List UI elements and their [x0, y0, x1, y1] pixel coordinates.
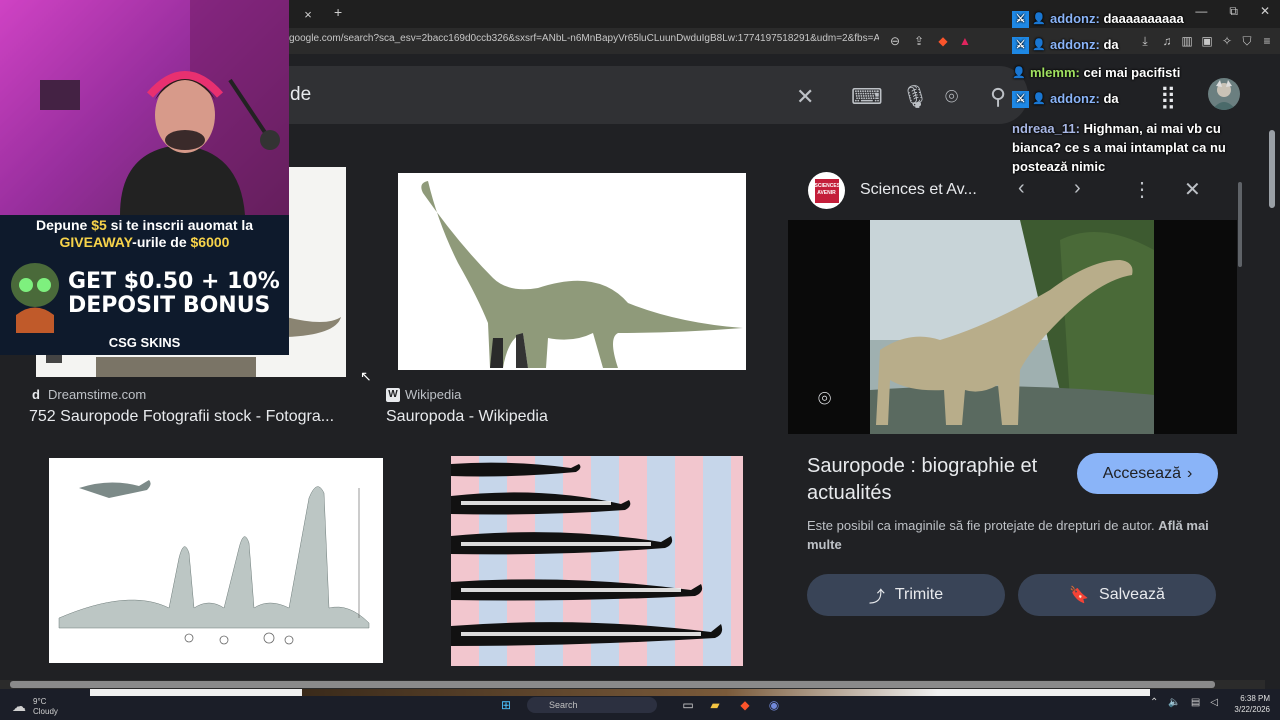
prev-icon[interactable]: ‹: [1018, 177, 1025, 200]
taskbar-search[interactable]: Search: [527, 697, 657, 713]
result-image-3[interactable]: [49, 458, 383, 663]
promo-banner: Depune $5 si te inscrii auomat la GIVEAW…: [0, 215, 289, 355]
leo-icon[interactable]: ✧: [1218, 32, 1236, 50]
result-title-1[interactable]: 752 Sauropode Fotografii stock - Fotogra…: [29, 408, 359, 426]
system-tray: ⌃ 🔈 ▤ ◁: [1150, 697, 1218, 708]
deposit-bonus-text: GET $0.50 + 10% DEPOSIT BONUS: [68, 269, 280, 318]
menu-icon[interactable]: ≡: [1258, 32, 1276, 50]
more-options-icon[interactable]: ⋮: [1132, 177, 1152, 202]
user-badge-icon: 👤: [1012, 67, 1026, 80]
site-logo[interactable]: SCIENCES AVENIR: [808, 172, 845, 209]
wallpaper-strip: [90, 689, 1150, 696]
start-icon[interactable]: ⊞: [498, 697, 514, 713]
brave-browser-icon[interactable]: ◆: [737, 697, 753, 713]
chat-message: ⚔ 👤 addonz: da: [1012, 91, 1119, 109]
result-source-label: Dreamstime.com: [48, 387, 147, 402]
close-panel-icon[interactable]: ✕: [1184, 177, 1201, 202]
chat-message: ⚔ 👤 addonz: da: [1012, 37, 1119, 55]
mouse-cursor-icon: ↖: [360, 368, 372, 384]
brave-shield-icon[interactable]: ◆: [934, 32, 952, 50]
url-field[interactable]: google.com/search?sca_esv=2bacc169d0ccb3…: [289, 33, 879, 49]
chat-message: ndreaa_11: Highman, ai mai vb cu bianca?…: [1012, 121, 1226, 174]
share-label: Trimite: [894, 586, 944, 603]
share-icon: ⤴: [868, 589, 885, 606]
sidebar-icon[interactable]: ▥: [1178, 32, 1196, 50]
copyright-notice: Este posibil ca imaginile să fie proteja…: [807, 516, 1227, 554]
clear-icon[interactable]: ✕: [796, 84, 814, 110]
minimize-button[interactable]: —: [1195, 4, 1207, 19]
visit-label: Accesează: [1102, 464, 1181, 482]
visit-button[interactable]: Accesează ›: [1077, 453, 1218, 494]
apps-grid-icon[interactable]: ⣿: [1160, 84, 1176, 110]
maximize-button[interactable]: ⧉: [1229, 4, 1238, 19]
download-icon[interactable]: ⤓: [1136, 32, 1154, 50]
user-badge-icon: 👤: [1032, 13, 1046, 26]
discord-icon[interactable]: ◉: [766, 697, 782, 713]
media-icon[interactable]: ♫: [1158, 32, 1176, 50]
panel-preview-image[interactable]: ⌾: [788, 220, 1237, 434]
result-source-label: Wikipedia: [405, 387, 462, 402]
preview-photo: [870, 220, 1154, 434]
task-view-icon[interactable]: ▭: [680, 697, 696, 713]
microphone-icon[interactable]: 🎙: [901, 84, 929, 110]
result-image-4[interactable]: [451, 456, 743, 666]
close-window-button[interactable]: ✕: [1260, 4, 1270, 19]
wallet-icon[interactable]: ▣: [1198, 32, 1216, 50]
site-logo-text: SCIENCES AVENIR: [814, 178, 840, 203]
chat-message: 👤 mlemm: cei mai pacifisti: [1012, 65, 1181, 80]
panel-scrollbar[interactable]: [1238, 170, 1244, 650]
share-button[interactable]: ⤴ Trimite: [807, 574, 1005, 616]
result-source-2[interactable]: W Wikipedia: [386, 387, 461, 402]
copyright-text: Este posibil ca imaginile să fie proteja…: [807, 518, 1155, 533]
result-source-1[interactable]: d Dreamstime.com: [29, 387, 146, 402]
clock[interactable]: 6:38 PM 3/22/2026: [1224, 693, 1270, 715]
mascot-icon: [11, 263, 59, 333]
panel-site-name[interactable]: Sciences et Av...: [860, 181, 977, 199]
streamer-webcam: [0, 0, 289, 215]
horizontal-scrollbar[interactable]: [0, 680, 1265, 689]
sword-badge-icon: ⚔: [1012, 37, 1029, 55]
weather-widget[interactable]: 9°C Cloudy: [33, 697, 58, 717]
file-explorer-icon[interactable]: ▰: [707, 697, 723, 713]
zoom-icon[interactable]: ⊖: [886, 32, 904, 50]
keyboard-icon[interactable]: ⌨: [851, 84, 883, 110]
search-box[interactable]: de ✕ ⌨ 🎙 ⌾ ⚲: [288, 66, 1028, 124]
chat-message: ⚔ 👤 addonz: daaaaaaaaaa: [1012, 11, 1184, 29]
panel-title[interactable]: Sauropode : biographie et actualités: [807, 453, 1067, 507]
brand-logo: CSG SKINS: [108, 335, 181, 350]
vpn-icon[interactable]: ⛉: [1238, 32, 1256, 50]
save-label: Salvează: [1099, 586, 1165, 603]
promo-text: Depune $5 si te inscrii auomat la GIVEAW…: [35, 217, 254, 250]
result-image-2[interactable]: [398, 173, 746, 370]
lens-icon[interactable]: ⌾: [818, 386, 831, 412]
user-badge-icon: 👤: [1032, 39, 1046, 52]
chevron-up-icon[interactable]: ⌃: [1150, 697, 1158, 708]
tab-close-button[interactable]: ×: [288, 3, 328, 25]
new-tab-button[interactable]: +: [334, 4, 350, 22]
sword-badge-icon: ⚔: [1012, 11, 1029, 29]
volume-icon[interactable]: 🔈: [1168, 697, 1180, 708]
chevron-right-icon: ›: [1186, 464, 1193, 482]
result-title-2[interactable]: Sauropoda - Wikipedia: [386, 408, 726, 426]
cloud-icon: ☁: [12, 698, 26, 714]
sword-badge-icon: ⚔: [1012, 91, 1029, 109]
brave-rewards-icon[interactable]: ▲: [956, 32, 974, 50]
window-controls: — ⧉ ✕: [1195, 4, 1270, 19]
search-input[interactable]: de: [290, 84, 311, 106]
save-button[interactable]: 🔖 Salvează: [1018, 574, 1216, 616]
next-icon[interactable]: ›: [1074, 177, 1081, 200]
wikipedia-favicon-icon: W: [386, 387, 400, 402]
dreamstime-favicon-icon: d: [32, 386, 40, 402]
speaker-icon[interactable]: ◁: [1210, 697, 1218, 708]
share-icon[interactable]: ⇪: [910, 32, 928, 50]
network-icon[interactable]: ▤: [1191, 697, 1200, 708]
avatar[interactable]: [1208, 78, 1240, 110]
user-badge-icon: 👤: [1032, 93, 1046, 106]
camera-search-icon[interactable]: ⌾: [945, 84, 958, 110]
page-scrollbar[interactable]: [1265, 54, 1280, 680]
image-preview-panel: SCIENCES AVENIR Sciences et Av... ‹ › ⋮ …: [788, 160, 1250, 660]
search-icon[interactable]: ⚲: [990, 84, 1006, 110]
bookmark-icon: 🔖: [1069, 587, 1090, 604]
